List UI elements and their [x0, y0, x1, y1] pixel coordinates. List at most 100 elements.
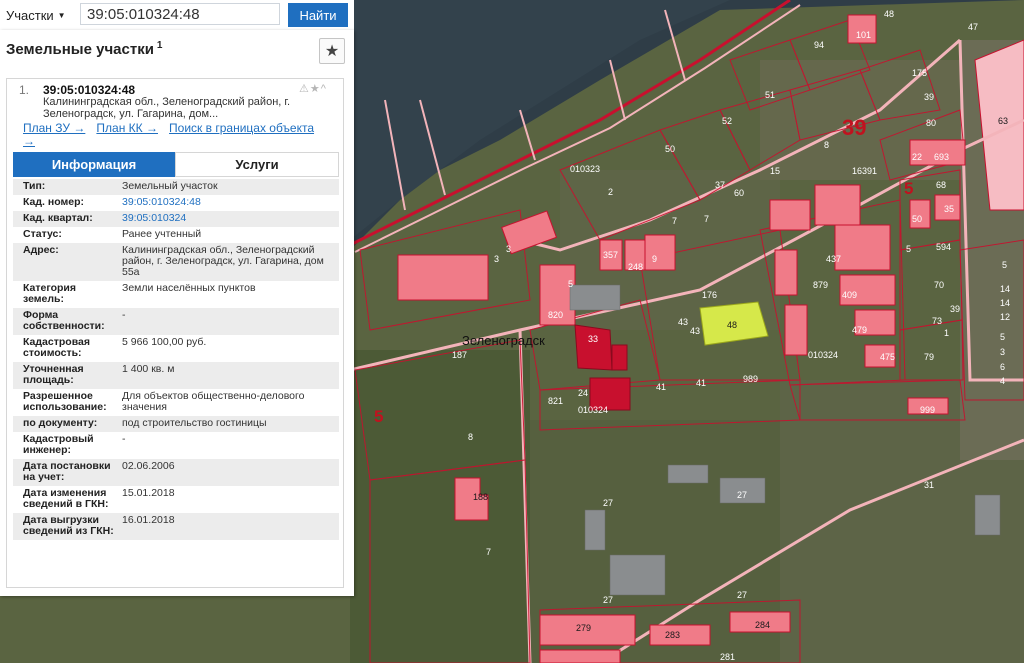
parcel-label: 3: [494, 254, 499, 264]
parcel-label: 279: [576, 623, 591, 633]
info-key: Адрес:: [23, 244, 59, 256]
result-cadastral-number[interactable]: 39:05:010324:48: [43, 83, 135, 97]
parcel-label: 27: [603, 498, 613, 508]
result-index: 1.: [19, 83, 30, 97]
plan-kk-link[interactable]: План КК →: [96, 121, 158, 135]
parcel-label: 7: [672, 216, 677, 226]
parcel-label: 50: [912, 214, 922, 224]
info-key: Категория земель:: [23, 282, 77, 305]
parcel-label: 5: [906, 244, 911, 254]
info-value: Для объектов общественно-делового значен…: [122, 390, 305, 413]
parcel-label: 37: [715, 180, 725, 190]
info-value: 02.06.2006: [122, 460, 175, 472]
quarter-label: 010324: [808, 350, 838, 360]
parcel-label: 101: [856, 30, 871, 40]
parcel-label: 16391: [852, 166, 877, 176]
info-row: Тип: Земельный участок: [13, 179, 339, 195]
parcel-label: 39: [950, 304, 960, 314]
parcel-label: 27: [737, 490, 747, 500]
info-key: Статус:: [23, 228, 62, 240]
info-row: Разрешенное использование: Для объектов о…: [13, 389, 339, 416]
parcel-label: 879: [813, 280, 828, 290]
quarter-label: 010323: [570, 164, 600, 174]
plan-zu-link[interactable]: План ЗУ →: [23, 121, 85, 135]
parcel-label: 5: [1002, 260, 1007, 270]
info-key: Уточненная площадь:: [23, 363, 84, 386]
parcel-label: 281: [720, 652, 735, 662]
parcel-label: 594: [936, 242, 951, 252]
results-panel: Земельные участки 1 ★ 1. 39:05:010324:48 …: [0, 30, 354, 596]
parcel-label: 48: [884, 9, 894, 19]
favorite-button[interactable]: ★: [319, 38, 345, 64]
parcel-label: 70: [934, 280, 944, 290]
parcel-label: 357: [603, 250, 618, 260]
info-key: Тип:: [23, 180, 46, 192]
panel-title: Земельные участки 1: [6, 40, 162, 58]
info-value: 1 400 кв. м: [122, 363, 175, 375]
parcel-label: 33: [588, 334, 598, 344]
parcel-label: 175: [912, 68, 927, 78]
parcel-label: 50: [665, 144, 675, 154]
parcel-label: 51: [765, 90, 775, 100]
cadastral-quarter-link[interactable]: 39:05:010324: [119, 213, 339, 224]
info-value: -: [122, 433, 126, 445]
parcel-label: 6: [1000, 362, 1005, 372]
parcel-label: 68: [936, 180, 946, 190]
info-row: Кадастровый инженер: -: [13, 432, 339, 459]
parcel-label: 47: [968, 22, 978, 32]
panel-title-text: Земельные участки: [6, 41, 154, 58]
parcel-label: 43: [678, 317, 688, 327]
info-value: Калининградская обл., Зеленоградский рай…: [122, 244, 324, 278]
parcel-label: 27: [603, 595, 613, 605]
parcel-label: 63: [998, 116, 1008, 126]
parcel-label: 39: [924, 92, 934, 102]
parcel-label: 437: [826, 254, 841, 264]
parcel-label: 35: [944, 204, 954, 214]
info-table: Тип: Земельный участок Кад. номер: 39:05:0…: [13, 179, 339, 540]
parcel-label: 409: [842, 290, 857, 300]
city-label: Зеленоградск: [462, 333, 545, 348]
parcel-label: 2: [608, 187, 613, 197]
search-button[interactable]: Найти: [288, 3, 348, 27]
info-key: Кадастровая стоимость:: [23, 336, 90, 359]
info-row: Категория земель: Земли населённых пункто…: [13, 281, 339, 308]
layer-dropdown[interactable]: Участки ▼: [6, 5, 76, 25]
parcel-label: 4: [1000, 376, 1005, 386]
info-value: Земельный участок: [122, 180, 218, 192]
info-key: Кад. номер:: [23, 196, 85, 208]
info-key: по документу:: [23, 417, 98, 429]
tab-information[interactable]: Информация: [13, 152, 175, 177]
search-input[interactable]: [80, 3, 280, 25]
parcel-label: 284: [755, 620, 770, 630]
info-row: по документу: под строительство гостиницы: [13, 416, 339, 432]
parcel-label: 693: [934, 152, 949, 162]
region-label: 5: [904, 179, 913, 198]
parcel-label: 283: [665, 630, 680, 640]
info-key: Дата постановки на учет:: [23, 460, 111, 483]
parcel-label: 79: [924, 352, 934, 362]
parcel-label: 60: [734, 188, 744, 198]
parcel-label: 821: [548, 396, 563, 406]
parcel-label: 3: [506, 244, 511, 254]
chevron-down-icon: ▼: [57, 10, 66, 20]
info-row: Дата выгрузки сведений из ГКН: 16.01.2018: [13, 513, 339, 540]
parcel-label: 41: [656, 382, 666, 392]
parcel-label: 9: [652, 254, 657, 264]
info-key: Кадастровый инженер:: [23, 433, 94, 456]
tab-services[interactable]: Услуги: [175, 152, 339, 177]
parcel-label: 73: [932, 316, 942, 326]
info-key: Форма собственности:: [23, 309, 105, 332]
info-key: Дата изменения сведений в ГКН:: [23, 487, 109, 510]
parcel-label: 80: [926, 118, 936, 128]
result-count: 1: [156, 40, 163, 51]
result-card: 1. 39:05:010324:48 ⚠★^ Калининградская о…: [6, 78, 344, 588]
info-key: Дата выгрузки сведений из ГКН:: [23, 514, 114, 537]
info-row: Форма собственности: -: [13, 308, 339, 335]
info-value: под строительство гостиницы: [122, 417, 267, 429]
parcel-label: 48: [727, 320, 737, 330]
cadastral-number-link[interactable]: 39:05:010324:48: [119, 197, 339, 208]
info-row: Кад. номер: 39:05:010324:48: [13, 195, 339, 211]
result-status-icons[interactable]: ⚠★^: [299, 82, 327, 95]
info-value: 15.01.2018: [122, 487, 175, 499]
region-label: 39: [842, 115, 866, 140]
